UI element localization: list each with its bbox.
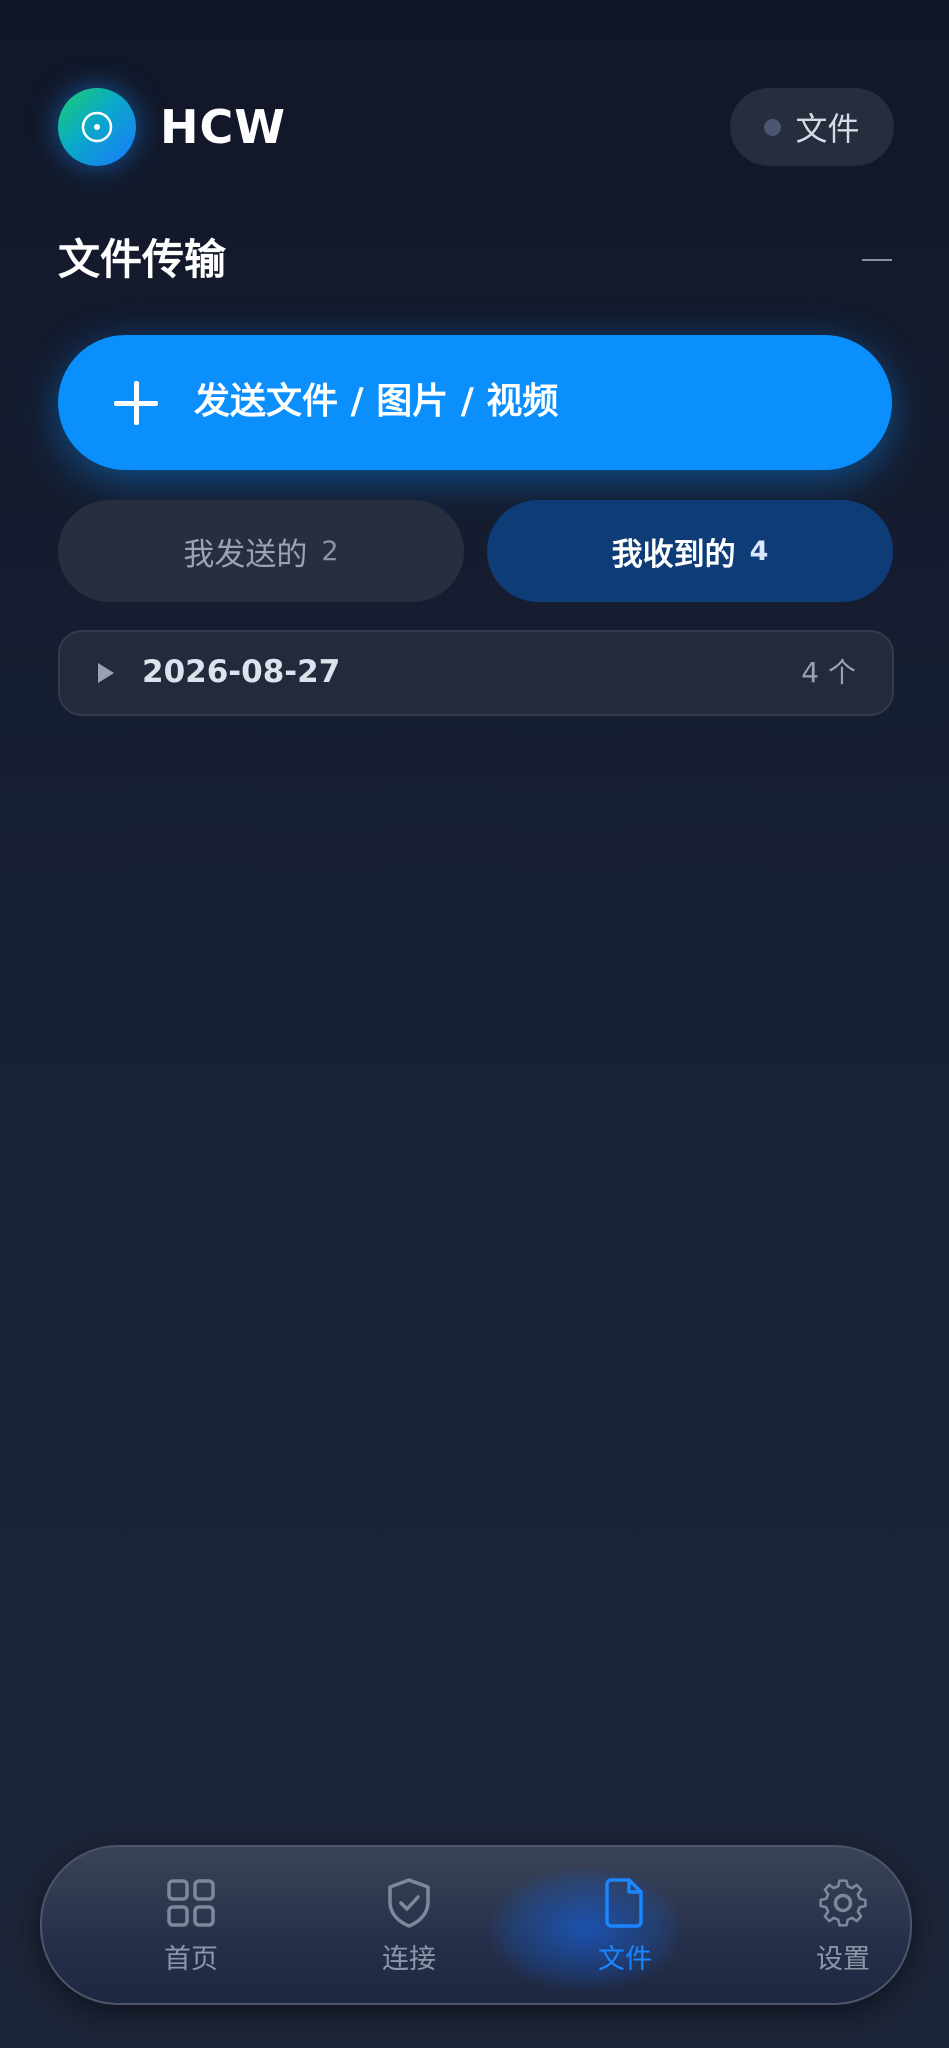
nav-label-files: 文件 (598, 1944, 652, 1975)
plus-icon (114, 381, 158, 425)
status-pill[interactable]: 文件 (730, 88, 894, 166)
nav-item-home[interactable]: 首页 (116, 1875, 266, 1985)
grid-icon (167, 1879, 215, 1927)
status-dot-icon (764, 118, 782, 136)
shield-check-icon (388, 1878, 430, 1928)
app-logo-icon (58, 88, 136, 166)
file-icon (605, 1878, 643, 1928)
send-files-label: 发送文件 / 图片 / 视频 (194, 381, 559, 422)
nav-label-connect: 连接 (382, 1944, 436, 1975)
collapse-button[interactable] (860, 240, 892, 280)
nav-label-settings: 设置 (816, 1944, 870, 1975)
tab-received[interactable]: 我收到的 4 (487, 500, 893, 602)
nav-item-connect[interactable]: 连接 (334, 1875, 484, 1985)
status-label: 文件 (795, 110, 860, 148)
nav-item-settings[interactable]: 设置 (768, 1875, 918, 1985)
tab-sent-label: 我发送的 (183, 536, 308, 573)
bottom-nav-bar: 首页 连接 文件 设置 (40, 1845, 912, 2005)
group-date: 2026-08-27 (142, 654, 341, 690)
nav-item-files[interactable]: 文件 (550, 1875, 700, 1985)
minus-icon (862, 259, 892, 261)
page-title: 文件传输 (58, 235, 227, 284)
app-title: HCW (160, 100, 286, 154)
tab-received-count: 4 (749, 535, 769, 567)
date-group-row[interactable]: 2026-08-27 4 个 (58, 630, 894, 716)
tab-sent[interactable]: 我发送的 2 (58, 500, 464, 602)
gear-icon (819, 1879, 867, 1927)
nav-label-home: 首页 (164, 1944, 218, 1975)
tab-received-label: 我收到的 (611, 536, 736, 573)
tab-sent-count: 2 (321, 535, 339, 567)
send-files-button[interactable]: 发送文件 / 图片 / 视频 (58, 335, 892, 470)
expand-triangle-icon (98, 663, 114, 683)
group-file-count: 4 个 (801, 656, 856, 689)
